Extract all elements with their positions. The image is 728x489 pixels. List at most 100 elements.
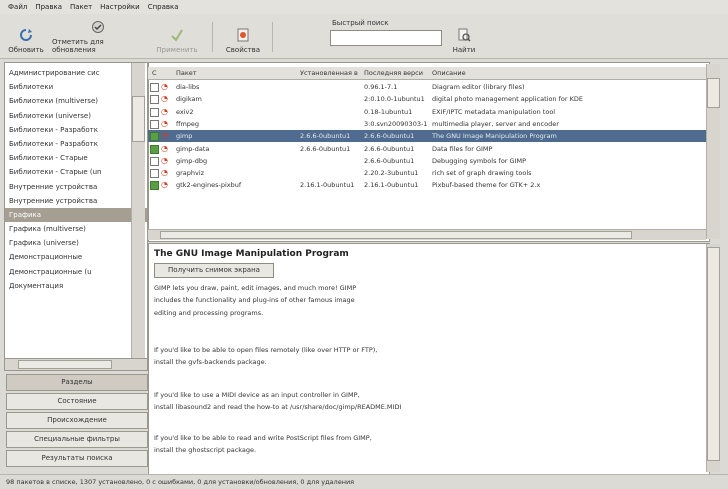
package-checkbox[interactable]	[150, 95, 159, 105]
installed-version: 2.6.6-0ubuntu1	[300, 144, 351, 153]
package-name: dia-libs	[176, 83, 200, 91]
table-row[interactable]: ◔ ffmpeg 3:0.svn20090303-1 multimedia playe…	[148, 118, 706, 130]
column-description-header[interactable]: Описание	[432, 67, 692, 79]
package-details-scroll-thumb[interactable]	[707, 247, 720, 461]
latest-version: 2.6.6-0ubuntu1	[364, 156, 415, 165]
support-status-icon: ◔	[161, 180, 168, 190]
section-list-hscroll-thumb[interactable]	[18, 360, 112, 369]
package-checkbox[interactable]	[150, 132, 159, 142]
support-status-icon: ◔	[161, 143, 168, 153]
find-button[interactable]: Найти	[444, 18, 484, 54]
installed-version	[300, 93, 360, 105]
quick-search-input[interactable]	[330, 30, 442, 46]
mark-all-upgrades-button[interactable]: Отметить для обновления	[52, 18, 144, 54]
filter-sections-button[interactable]: Разделы	[6, 374, 148, 391]
section-list-item[interactable]: Библиотеки - Старые	[5, 151, 147, 165]
filter-origin-button[interactable]: Происхождение	[6, 412, 148, 429]
details-paragraph: GIMP lets you draw, paint, edit images, …	[154, 284, 357, 317]
menu-file[interactable]: Файл	[8, 3, 27, 11]
section-list-item[interactable]: Демонстрационные	[5, 250, 147, 264]
package-checkbox[interactable]	[150, 119, 159, 129]
installed-version	[300, 118, 360, 130]
menu-edit[interactable]: Правка	[35, 3, 62, 11]
support-status-icon: ◔	[161, 118, 168, 128]
package-checkbox[interactable]	[150, 181, 159, 191]
section-list-item[interactable]: Документация	[5, 279, 147, 293]
reload-button[interactable]: Обновить	[6, 18, 46, 54]
section-list-item[interactable]: Графика (universe)	[5, 236, 147, 250]
package-name: ffmpeg	[176, 119, 200, 128]
table-row[interactable]: ◔ gimp 2.6.6-0ubuntu1 2.6.6-0ubuntu1 The GNU…	[148, 130, 706, 143]
package-description: rich set of graph drawing tools	[432, 169, 532, 178]
section-list-scroll-thumb[interactable]	[132, 96, 145, 142]
package-description: Pixbuf-based theme for GTK+ 2.x	[432, 181, 541, 190]
package-description: Data files for GIMP	[432, 144, 493, 153]
column-package-header[interactable]: Пакет	[176, 67, 294, 79]
table-row[interactable]: ◔ graphviz 2.20.2-3ubuntu1 rich set of grap…	[148, 167, 706, 179]
support-status-icon: ◔	[161, 82, 168, 91]
filter-status-button[interactable]: Состояние	[6, 393, 148, 410]
installed-version	[300, 155, 360, 167]
package-table-hscroll-thumb[interactable]	[160, 231, 632, 239]
toolbar-separator	[212, 22, 213, 52]
table-row[interactable]: ◔ gimp-dbg 2.6.6-0ubuntu1 Debugging symbols…	[148, 155, 706, 167]
latest-version: 0.96.1-7.1	[364, 83, 398, 91]
section-list-item[interactable]: Библиотеки	[5, 80, 147, 94]
table-row[interactable]: ◔ digikam 2:0.10.0-1ubuntu1 digital photo m…	[148, 93, 706, 105]
apply-button[interactable]: Применить	[148, 18, 206, 54]
toolbar-separator	[272, 22, 273, 52]
package-checkbox[interactable]	[150, 144, 159, 154]
filter-search-results-button[interactable]: Результаты поиска	[6, 450, 148, 467]
section-list: Администрирование сис Библиотеки Библиотек…	[4, 62, 148, 369]
installed-version	[300, 81, 360, 93]
reload-icon	[20, 29, 32, 41]
quick-search-label: Быстрый поиск	[332, 19, 389, 27]
table-row[interactable]: ◔ gtk2-engines-pixbuf 2.16.1-0ubuntu1 2.16.…	[148, 179, 706, 191]
package-name: digikam	[176, 95, 202, 104]
table-row[interactable]: ◔ gimp-data 2.6.6-0ubuntu1 2.6.6-0ubuntu1 Da…	[148, 143, 706, 155]
package-checkbox[interactable]	[150, 83, 159, 92]
section-list-item[interactable]: Библиотеки - Старые (un	[5, 165, 147, 179]
column-latest-version-header[interactable]: Последняя верси	[364, 67, 428, 79]
package-description: Debugging symbols for GIMP	[432, 156, 527, 165]
section-list-item[interactable]: Графика (multiverse)	[5, 222, 147, 236]
menu-package[interactable]: Пакет	[70, 3, 92, 11]
menu-help[interactable]: Справка	[148, 3, 179, 11]
package-checkbox[interactable]	[150, 169, 159, 179]
section-list-item[interactable]: Библиотеки - Разработк	[5, 123, 147, 137]
latest-version: 0.18-1ubuntu1	[364, 107, 413, 116]
properties-button[interactable]: Свойства	[218, 18, 268, 54]
section-list-item[interactable]: Демонстрационные (u	[5, 265, 147, 279]
package-name: gimp-data	[176, 144, 210, 153]
column-status-header[interactable]: С	[152, 67, 166, 79]
package-description: The GNU Image Manipulation Program	[432, 132, 557, 141]
menu-settings[interactable]: Настройки	[100, 3, 140, 11]
table-row[interactable]: ◔ exiv2 0.18-1ubuntu1 EXIF/IPTC metadata ma…	[148, 106, 706, 118]
package-table-scroll-thumb[interactable]	[707, 78, 720, 108]
package-checkbox[interactable]	[150, 156, 159, 166]
support-status-icon: ◔	[161, 106, 168, 116]
section-list-item[interactable]: Внутренние устройства	[5, 194, 147, 208]
table-row[interactable]: ◔ dia-libs 0.96.1-7.1 Diagram editor (libra…	[148, 81, 706, 93]
get-screenshot-button[interactable]: Получить снимок экрана	[154, 263, 274, 278]
latest-version: 3:0.svn20090303-1	[364, 119, 428, 128]
section-list-item[interactable]: Внутренние устройства	[5, 180, 147, 194]
package-checkbox[interactable]	[150, 107, 159, 117]
support-status-icon: ◔	[161, 155, 168, 165]
section-list-item[interactable]: Библиотеки (multiverse)	[5, 94, 147, 108]
section-list-item[interactable]: Администрирование сис	[5, 66, 147, 80]
support-status-icon: ◔	[161, 131, 168, 141]
package-description: EXIF/IPTC metadata manipulation tool	[432, 107, 556, 116]
section-list-item[interactable]: Графика	[5, 207, 147, 223]
section-list-item[interactable]: Библиотеки - Разработк	[5, 137, 147, 151]
apply-check-icon	[171, 29, 183, 42]
latest-version: 2.16.1-0ubuntu1	[364, 181, 419, 190]
section-list-item[interactable]: Библиотеки (universe)	[5, 109, 147, 123]
filter-custom-button[interactable]: Специальные фильтры	[6, 431, 148, 448]
column-installed-version-header[interactable]: Установленная в	[300, 67, 360, 79]
package-details-title: The GNU Image Manipulation Program	[154, 249, 349, 259]
support-status-icon: ◔	[161, 94, 168, 104]
details-paragraph: If you'd like to be able to open files r…	[154, 346, 378, 367]
details-paragraph: If you'd like to be able to read and wri…	[154, 434, 372, 455]
properties-icon	[237, 28, 249, 42]
